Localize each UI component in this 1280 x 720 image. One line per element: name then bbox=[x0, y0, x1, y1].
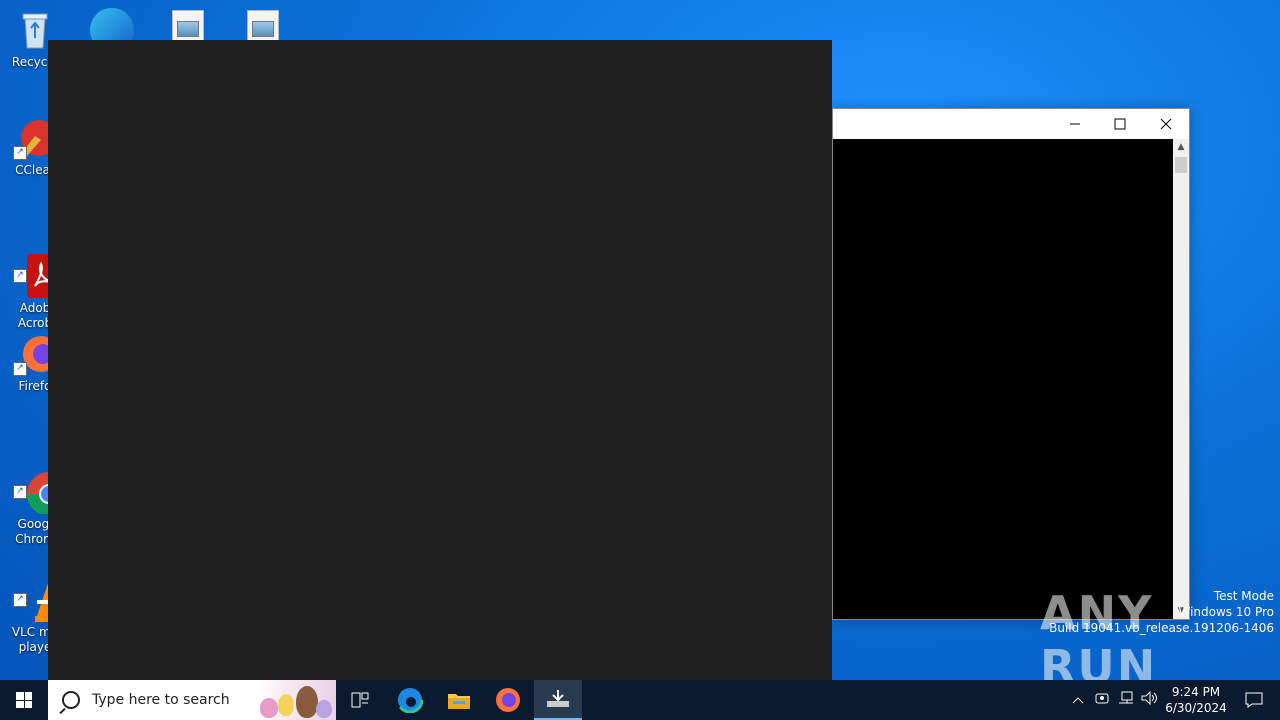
maximize-button[interactable] bbox=[1097, 109, 1143, 139]
shortcut-arrow-icon: ↗ bbox=[13, 485, 27, 499]
minimize-icon bbox=[1070, 123, 1080, 125]
show-hidden-icons-chevron-icon[interactable] bbox=[1066, 693, 1090, 708]
scrollbar-thumb[interactable] bbox=[1175, 157, 1187, 173]
search-icon bbox=[62, 691, 80, 709]
taskbar-file-explorer[interactable] bbox=[435, 680, 483, 720]
windows-logo-icon bbox=[16, 692, 32, 708]
close-button[interactable] bbox=[1143, 109, 1189, 139]
window-titlebar[interactable] bbox=[833, 109, 1189, 139]
background-window[interactable]: ▲ ▼ bbox=[832, 108, 1190, 620]
installer-icon bbox=[547, 690, 569, 707]
search-highlight-art bbox=[256, 680, 336, 720]
action-center-button[interactable] bbox=[1234, 680, 1274, 720]
watermark-mode: Test Mode bbox=[1213, 589, 1274, 603]
network-icon[interactable] bbox=[1114, 691, 1138, 709]
search-placeholder: Type here to search bbox=[92, 692, 230, 708]
watermark-build: Build 19041.vb_release.191206-1406 bbox=[1049, 621, 1274, 635]
shortcut-arrow-icon: ↗ bbox=[13, 146, 27, 160]
task-view-icon bbox=[351, 692, 369, 708]
desktop-icon-label: Adob Acrob bbox=[17, 301, 53, 330]
taskbar-edge[interactable] bbox=[386, 680, 434, 720]
search-box[interactable]: Type here to search bbox=[48, 680, 336, 720]
watermark-os: Windows 10 Pro bbox=[1178, 605, 1274, 619]
firefox-icon bbox=[496, 688, 520, 712]
minimize-button[interactable] bbox=[1052, 109, 1098, 139]
taskbar-firefox[interactable] bbox=[484, 680, 532, 720]
task-view-button[interactable] bbox=[336, 680, 384, 720]
close-icon bbox=[1160, 118, 1172, 130]
vertical-scrollbar[interactable]: ▲ ▼ bbox=[1173, 139, 1189, 619]
folder-icon bbox=[448, 694, 470, 709]
scroll-up-arrow-icon[interactable]: ▲ bbox=[1173, 139, 1189, 155]
clock-time: 9:24 PM bbox=[1171, 685, 1221, 699]
maximize-icon bbox=[1114, 118, 1126, 130]
meet-now-icon[interactable] bbox=[1090, 691, 1114, 709]
volume-icon[interactable] bbox=[1138, 690, 1162, 709]
system-tray bbox=[1066, 680, 1162, 720]
shortcut-arrow-icon: ↗ bbox=[13, 269, 27, 283]
dark-application-window[interactable] bbox=[48, 40, 832, 680]
clock-date: 6/30/2024 bbox=[1165, 701, 1227, 715]
start-button[interactable] bbox=[0, 680, 48, 720]
console-output-area[interactable] bbox=[833, 139, 1173, 619]
notification-icon bbox=[1245, 692, 1263, 708]
test-mode-watermark: Test Mode Windows 10 Pro Build 19041.vb_… bbox=[1049, 588, 1274, 636]
taskbar: Type here to search 9:24 PM 6/30/2024 bbox=[0, 680, 1280, 720]
shortcut-arrow-icon: ↗ bbox=[13, 362, 27, 376]
desktop: Recycle ↗ CClear ↗ Adob Acrob ↗ Firefo ↗… bbox=[0, 0, 1280, 680]
taskbar-clock[interactable]: 9:24 PM 6/30/2024 bbox=[1160, 684, 1232, 716]
desktop-icon-label: Firefo bbox=[18, 379, 52, 393]
taskbar-active-app[interactable] bbox=[534, 680, 582, 720]
shortcut-arrow-icon: ↗ bbox=[13, 593, 27, 607]
edge-icon bbox=[397, 687, 423, 713]
